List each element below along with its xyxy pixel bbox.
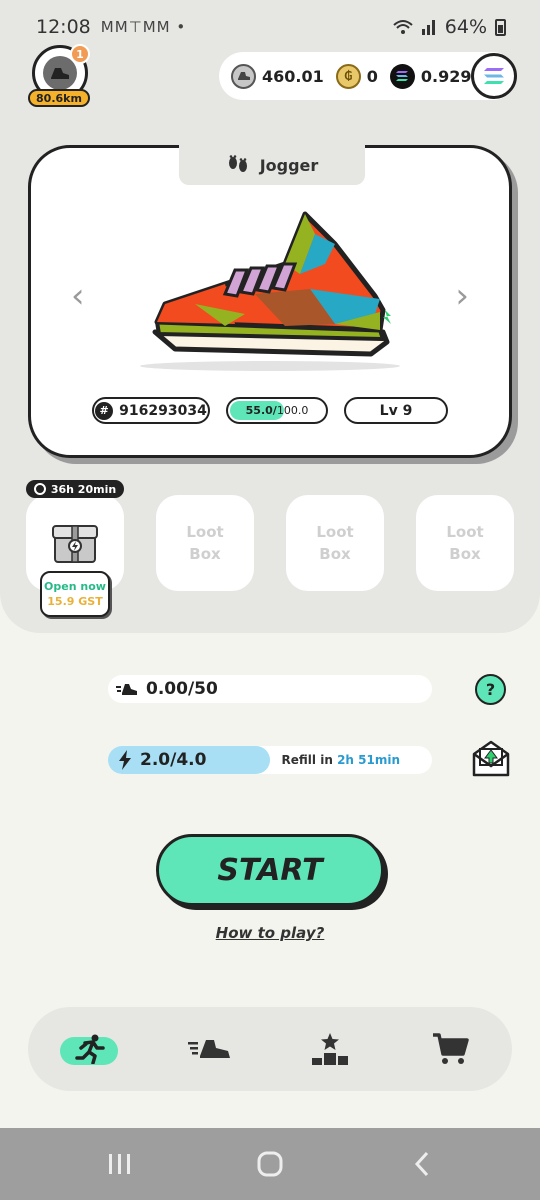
nav-sneakers[interactable] [180, 1027, 240, 1071]
recent-apps-button[interactable] [100, 1148, 140, 1180]
loot-timer: 36h 20min [26, 480, 124, 498]
loot-slot-line1: Loot [186, 523, 224, 541]
distance-pill: 80.6km [28, 89, 90, 107]
sneaker-card: Jogger ‹ › # 916293034 55.0/100.0 Lv 9 [28, 145, 512, 458]
steps-value: 0.00/50 [146, 679, 218, 699]
energy-bar: 2.0/4.0 Refill in 2h 51min [108, 746, 432, 774]
previous-sneaker-arrow[interactable]: ‹ [71, 276, 85, 316]
energy-value: 2.0/4.0 [140, 750, 207, 770]
how-to-play-link[interactable]: How to play? [0, 924, 540, 942]
how-to-play-label: How to play? [215, 924, 325, 942]
back-icon [414, 1151, 429, 1177]
sneaker-id: 916293034 [119, 402, 207, 419]
home-icon [257, 1151, 283, 1177]
system-navigation-bar [0, 1128, 540, 1200]
status-time: 12:08 [36, 16, 91, 38]
refill-time: 2h 51min [337, 753, 400, 767]
envelope-icon[interactable] [471, 740, 511, 778]
durability-max: 100.0 [276, 404, 309, 417]
nav-run[interactable] [60, 1027, 120, 1071]
loot-timer-value: 36h 20min [50, 482, 117, 496]
home-button[interactable] [250, 1148, 290, 1180]
open-now-button[interactable]: Open now 15.9 GST [40, 571, 110, 617]
nav-marketplace[interactable] [420, 1027, 480, 1071]
gmt-coin-icon [231, 63, 256, 89]
clock-icon [33, 483, 46, 495]
battery-percent: 64% [444, 16, 487, 38]
footprints-icon [228, 155, 247, 172]
sneaker-type-tab: Jogger [179, 145, 365, 185]
solana-icon [484, 68, 504, 84]
loot-slot-line2: Box [319, 545, 351, 563]
wallet-balances[interactable]: 460.01 ₲ 0 0.9299 [219, 52, 517, 100]
loot-slot-line1: Loot [446, 523, 484, 541]
durability-value: 55.0/ [245, 404, 277, 417]
sol-balance: 0.9299 [389, 63, 483, 89]
next-sneaker-arrow[interactable]: › [455, 276, 469, 316]
solana-chain-button[interactable] [471, 53, 517, 99]
durability-bar: 55.0/100.0 [226, 397, 328, 424]
refill-label: Refill in [281, 753, 333, 767]
sneaker-type-label: Jogger [259, 155, 319, 175]
sneaker-id-pill: # 916293034 [92, 397, 210, 424]
open-now-label: Open now [44, 580, 106, 593]
wifi-icon [393, 20, 413, 34]
sneaker-icon [188, 1040, 230, 1058]
gst-balance: ₲ 0 [335, 63, 378, 89]
loot-box-slot[interactable]: Loot Box [286, 495, 384, 591]
bottom-navigation [28, 1007, 512, 1091]
sol-coin-icon [389, 63, 415, 89]
help-button[interactable]: ? [475, 674, 506, 705]
runner-icon [75, 1034, 105, 1064]
recent-apps-icon [109, 1154, 130, 1174]
hash-icon: # [95, 401, 114, 420]
running-shoe-icon [116, 684, 137, 695]
gmt-balance: 460.01 [231, 63, 324, 89]
refill-info: Refill in 2h 51min [282, 753, 400, 767]
sneaker-avatar-icon [43, 56, 77, 90]
steps-bar: 0.00/50 [108, 675, 432, 703]
back-button[interactable] [402, 1148, 442, 1180]
open-now-cost: 15.9 GST [47, 595, 103, 608]
gst-coin-icon: ₲ [335, 63, 361, 89]
gst-value: 0 [366, 66, 378, 86]
start-button[interactable]: START [156, 834, 384, 906]
mystery-box-icon [52, 525, 98, 563]
notification-badge: 1 [70, 44, 90, 64]
loot-box-slot[interactable]: Loot Box [416, 495, 514, 591]
podium-star-icon [312, 1033, 348, 1065]
loot-box-slot[interactable]: Loot Box [156, 495, 254, 591]
gmt-value: 460.01 [262, 66, 324, 86]
nav-leaderboard[interactable] [300, 1027, 360, 1071]
notification-icons: ⅯⅯ⊤ⅯⅯ • [100, 18, 187, 36]
loot-slot-line2: Box [449, 545, 481, 563]
signal-icon [421, 20, 435, 35]
cart-icon [433, 1033, 469, 1064]
level-pill[interactable]: Lv 9 [344, 397, 448, 424]
battery-icon [495, 18, 506, 36]
loot-slot-line1: Loot [316, 523, 354, 541]
loot-slot-line2: Box [189, 545, 221, 563]
sneaker-image[interactable] [135, 204, 405, 374]
sneaker-stats: # 916293034 55.0/100.0 Lv 9 [31, 397, 509, 424]
lightning-icon [119, 750, 131, 770]
